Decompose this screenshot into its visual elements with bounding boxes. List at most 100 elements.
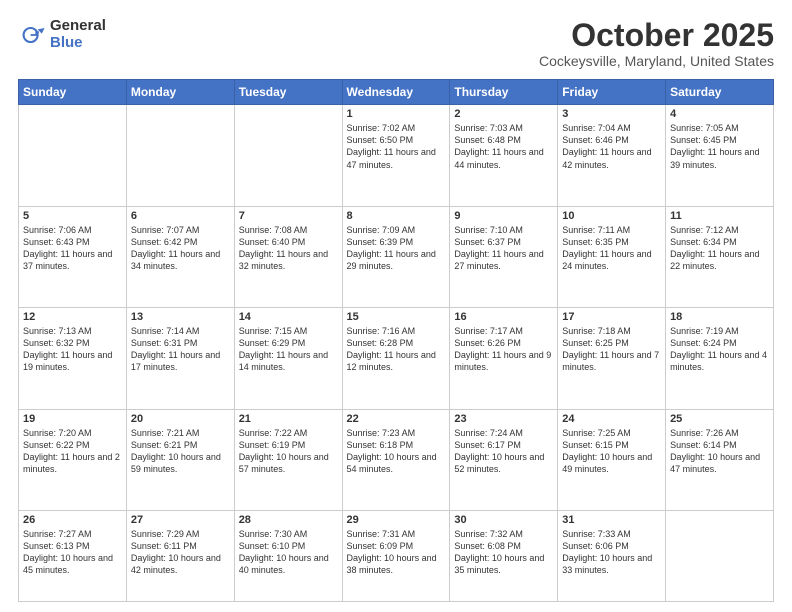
- day-number: 1: [347, 108, 446, 120]
- calendar-cell: 8 Sunrise: 7:09 AM Sunset: 6:39 PM Daylig…: [342, 206, 450, 307]
- day-info: Sunrise: 7:16 AM Sunset: 6:28 PM Dayligh…: [347, 325, 446, 374]
- day-number: 28: [239, 514, 338, 526]
- calendar-cell: 27 Sunrise: 7:29 AM Sunset: 6:11 PM Dayli…: [126, 510, 234, 601]
- day-info: Sunrise: 7:19 AM Sunset: 6:24 PM Dayligh…: [670, 325, 769, 374]
- day-info: Sunrise: 7:17 AM Sunset: 6:26 PM Dayligh…: [454, 325, 553, 374]
- calendar-cell: 3 Sunrise: 7:04 AM Sunset: 6:46 PM Daylig…: [558, 105, 666, 206]
- calendar-cell: [19, 105, 127, 206]
- day-number: 27: [131, 514, 230, 526]
- day-number: 14: [239, 311, 338, 323]
- day-info: Sunrise: 7:06 AM Sunset: 6:43 PM Dayligh…: [23, 224, 122, 273]
- day-info: Sunrise: 7:08 AM Sunset: 6:40 PM Dayligh…: [239, 224, 338, 273]
- calendar-cell: 20Sunrise: 7:21 AM Sunset: 6:21 PM Dayli…: [126, 409, 234, 510]
- calendar-cell: 22 Sunrise: 7:23 AM Sunset: 6:18 PM Dayli…: [342, 409, 450, 510]
- calendar-cell: [666, 510, 774, 601]
- day-info: Sunrise: 7:12 AM Sunset: 6:34 PM Dayligh…: [670, 224, 769, 273]
- day-info: Sunrise: 7:10 AM Sunset: 6:37 PM Dayligh…: [454, 224, 553, 273]
- day-info: Sunrise: 7:32 AM Sunset: 6:08 PM Dayligh…: [454, 528, 553, 577]
- title-area: October 2025 Cockeysville, Maryland, Uni…: [539, 18, 774, 69]
- day-number: 13: [131, 311, 230, 323]
- calendar-cell: [234, 105, 342, 206]
- calendar-week-row: 12Sunrise: 7:13 AM Sunset: 6:32 PM Dayli…: [19, 308, 774, 409]
- day-info: Sunrise: 7:02 AM Sunset: 6:50 PM Dayligh…: [347, 122, 446, 171]
- calendar-cell: 29 Sunrise: 7:31 AM Sunset: 6:09 PM Dayli…: [342, 510, 450, 601]
- calendar-header-monday: Monday: [126, 80, 234, 105]
- day-info: Sunrise: 7:05 AM Sunset: 6:45 PM Dayligh…: [670, 122, 769, 171]
- calendar-cell: 18 Sunrise: 7:19 AM Sunset: 6:24 PM Dayli…: [666, 308, 774, 409]
- day-number: 30: [454, 514, 553, 526]
- day-number: 4: [670, 108, 769, 120]
- day-info: Sunrise: 7:30 AM Sunset: 6:10 PM Dayligh…: [239, 528, 338, 577]
- day-number: 9: [454, 210, 553, 222]
- day-number: 31: [562, 514, 661, 526]
- day-number: 21: [239, 413, 338, 425]
- day-number: 18: [670, 311, 769, 323]
- day-info: Sunrise: 7:29 AM Sunset: 6:11 PM Dayligh…: [131, 528, 230, 577]
- day-number: 11: [670, 210, 769, 222]
- day-info: Sunrise: 7:09 AM Sunset: 6:39 PM Dayligh…: [347, 224, 446, 273]
- day-number: 20: [131, 413, 230, 425]
- calendar-cell: 7 Sunrise: 7:08 AM Sunset: 6:40 PM Daylig…: [234, 206, 342, 307]
- day-number: 17: [562, 311, 661, 323]
- day-number: 26: [23, 514, 122, 526]
- calendar-cell: 14 Sunrise: 7:15 AM Sunset: 6:29 PM Dayli…: [234, 308, 342, 409]
- page: General Blue October 2025 Cockeysville, …: [0, 0, 792, 612]
- calendar-header-row: SundayMondayTuesdayWednesdayThursdayFrid…: [19, 80, 774, 105]
- calendar-header-wednesday: Wednesday: [342, 80, 450, 105]
- day-number: 22: [347, 413, 446, 425]
- calendar-cell: 2 Sunrise: 7:03 AM Sunset: 6:48 PM Daylig…: [450, 105, 558, 206]
- day-number: 12: [23, 311, 122, 323]
- day-number: 19: [23, 413, 122, 425]
- calendar-cell: 19Sunrise: 7:20 AM Sunset: 6:22 PM Dayli…: [19, 409, 127, 510]
- day-info: Sunrise: 7:27 AM Sunset: 6:13 PM Dayligh…: [23, 528, 122, 577]
- day-number: 3: [562, 108, 661, 120]
- day-info: Sunrise: 7:31 AM Sunset: 6:09 PM Dayligh…: [347, 528, 446, 577]
- calendar-week-row: 26 Sunrise: 7:27 AM Sunset: 6:13 PM Dayli…: [19, 510, 774, 601]
- calendar-cell: 10 Sunrise: 7:11 AM Sunset: 6:35 PM Dayli…: [558, 206, 666, 307]
- day-number: 29: [347, 514, 446, 526]
- day-info: Sunrise: 7:15 AM Sunset: 6:29 PM Dayligh…: [239, 325, 338, 374]
- calendar-cell: 23Sunrise: 7:24 AM Sunset: 6:17 PM Dayli…: [450, 409, 558, 510]
- day-number: 2: [454, 108, 553, 120]
- day-info: Sunrise: 7:18 AM Sunset: 6:25 PM Dayligh…: [562, 325, 661, 374]
- day-info: Sunrise: 7:26 AM Sunset: 6:14 PM Dayligh…: [670, 427, 769, 476]
- day-info: Sunrise: 7:33 AM Sunset: 6:06 PM Dayligh…: [562, 528, 661, 577]
- day-info: Sunrise: 7:23 AM Sunset: 6:18 PM Dayligh…: [347, 427, 446, 476]
- day-number: 10: [562, 210, 661, 222]
- calendar-cell: 24Sunrise: 7:25 AM Sunset: 6:15 PM Dayli…: [558, 409, 666, 510]
- day-info: Sunrise: 7:22 AM Sunset: 6:19 PM Dayligh…: [239, 427, 338, 476]
- logo-text: General Blue: [50, 18, 106, 51]
- calendar-cell: 26 Sunrise: 7:27 AM Sunset: 6:13 PM Dayli…: [19, 510, 127, 601]
- calendar-cell: 12Sunrise: 7:13 AM Sunset: 6:32 PM Dayli…: [19, 308, 127, 409]
- calendar-cell: 25 Sunrise: 7:26 AM Sunset: 6:14 PM Dayli…: [666, 409, 774, 510]
- day-info: Sunrise: 7:11 AM Sunset: 6:35 PM Dayligh…: [562, 224, 661, 273]
- calendar-cell: 9 Sunrise: 7:10 AM Sunset: 6:37 PM Daylig…: [450, 206, 558, 307]
- month-title: October 2025: [539, 18, 774, 53]
- calendar-cell: 15 Sunrise: 7:16 AM Sunset: 6:28 PM Dayli…: [342, 308, 450, 409]
- calendar-header-friday: Friday: [558, 80, 666, 105]
- day-number: 5: [23, 210, 122, 222]
- day-number: 25: [670, 413, 769, 425]
- logo-icon: [18, 21, 46, 49]
- day-number: 15: [347, 311, 446, 323]
- calendar-cell: 1 Sunrise: 7:02 AM Sunset: 6:50 PM Daylig…: [342, 105, 450, 206]
- day-number: 8: [347, 210, 446, 222]
- calendar-cell: 6Sunrise: 7:07 AM Sunset: 6:42 PM Daylig…: [126, 206, 234, 307]
- day-info: Sunrise: 7:04 AM Sunset: 6:46 PM Dayligh…: [562, 122, 661, 171]
- calendar-cell: 16 Sunrise: 7:17 AM Sunset: 6:26 PM Dayli…: [450, 308, 558, 409]
- day-info: Sunrise: 7:03 AM Sunset: 6:48 PM Dayligh…: [454, 122, 553, 171]
- day-info: Sunrise: 7:07 AM Sunset: 6:42 PM Dayligh…: [131, 224, 230, 273]
- calendar-cell: 31 Sunrise: 7:33 AM Sunset: 6:06 PM Dayli…: [558, 510, 666, 601]
- calendar-cell: 5 Sunrise: 7:06 AM Sunset: 6:43 PM Daylig…: [19, 206, 127, 307]
- calendar-cell: [126, 105, 234, 206]
- location-title: Cockeysville, Maryland, United States: [539, 53, 774, 69]
- calendar-cell: 28 Sunrise: 7:30 AM Sunset: 6:10 PM Dayli…: [234, 510, 342, 601]
- logo-blue-label: Blue: [50, 35, 106, 52]
- calendar-cell: 17 Sunrise: 7:18 AM Sunset: 6:25 PM Dayli…: [558, 308, 666, 409]
- logo-general-label: General: [50, 18, 106, 35]
- day-number: 23: [454, 413, 553, 425]
- day-number: 7: [239, 210, 338, 222]
- calendar-week-row: 1 Sunrise: 7:02 AM Sunset: 6:50 PM Daylig…: [19, 105, 774, 206]
- calendar-cell: 4 Sunrise: 7:05 AM Sunset: 6:45 PM Daylig…: [666, 105, 774, 206]
- day-number: 16: [454, 311, 553, 323]
